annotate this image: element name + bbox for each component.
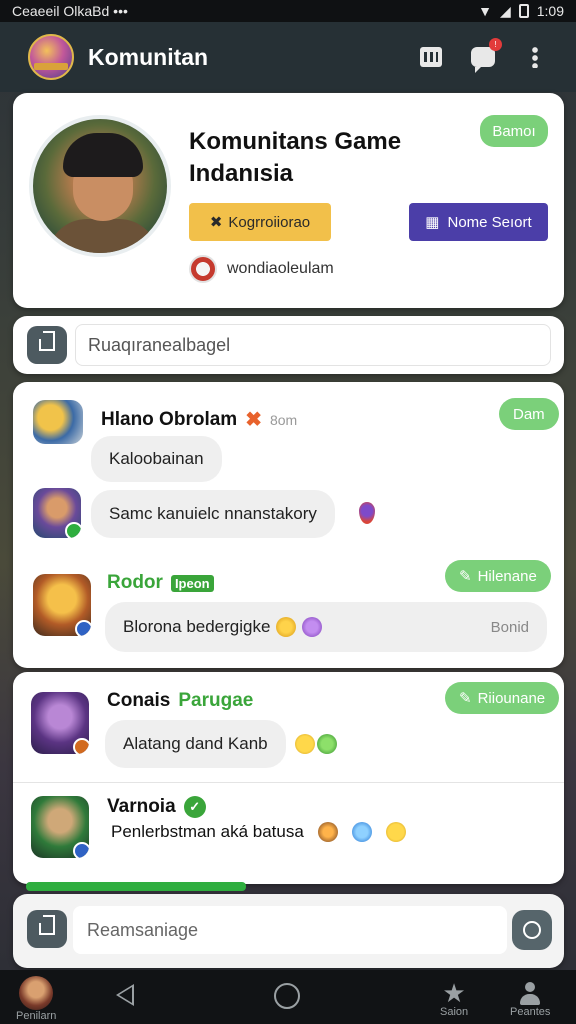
verified-icon: ✓ [183,796,206,818]
admin-avatar [189,255,217,283]
nav-favorites[interactable]: ★ Saion [440,980,468,1018]
reply-button[interactable]: ✎ Hilenane [445,560,551,592]
user-avatar[interactable] [33,400,83,444]
smile-emoji-icon [295,734,315,754]
thread-feed: Conais Parugae ✎ Riiounane Alatang dand … [13,672,564,884]
community-name: Komunitans Game Indanısia [189,128,402,187]
chat-bubble[interactable]: Alatang dand Kanb [105,720,286,768]
message-input[interactable]: Reamsaniage [73,906,507,954]
nav-favorites-label: Saion [440,1006,469,1018]
message-sender: Varnoia ✓ [107,796,206,818]
reply-button-label: Hilenane [477,567,537,585]
nav-home[interactable] [274,983,300,1009]
send-icon [523,921,541,939]
clock-text: 1:09 [536,3,564,19]
reply-button-label: Riiounane [477,689,546,707]
sender-name: Varnoia [107,796,176,817]
star-icon: ★ [442,978,466,1008]
app-title: Komunitan [88,43,209,70]
admin-handle-text: wondiaoleulam [227,260,334,277]
gem-emoji-icon [302,617,323,637]
bottom-nav: Penilarn ★ Saion Peantes [0,970,576,1024]
search-input[interactable]: Ruaqıranealbagel [75,324,551,366]
edit-icon: ✎ [459,690,472,707]
send-button[interactable] [512,910,552,950]
user-tag: Parugae [178,690,254,711]
sender-name: Conais [107,690,171,711]
shield-emoji-icon [359,502,375,524]
orb-emoji-icon [351,822,372,842]
share-button[interactable]: ▦ Nome Seıort [409,203,548,241]
message-note: Bonid [490,618,529,636]
chat-feed: Hlano Obrolam ✖ 8om Dam Kaloobainan Samc… [13,382,564,668]
admin-handle[interactable]: wondiaoleulam [189,255,334,283]
nav-people[interactable]: Peantes [510,982,550,1018]
message-sender: Conais Parugae [107,690,253,712]
community-profile-card: Komunitans Game Indanısia Bamoı ✖ Kogrro… [13,93,564,308]
divider [13,782,564,783]
pencil-icon: ✎ [459,568,472,585]
nav-people-label: Peantes [510,1006,551,1018]
app-bar: Komunitan ! [0,22,576,92]
message-time: 8om [269,411,298,428]
user-avatar[interactable] [31,796,89,858]
message-sender: Hlano Obrolam ✖ 8om [101,407,297,432]
search-bar: Ruaqıranealbagel [13,316,564,374]
sender-name: Rodor [107,572,163,593]
attach-button[interactable] [27,326,67,364]
time-badge[interactable]: Dam [499,398,559,430]
chat-bubble-text: Alatang dand Kanb [123,734,268,753]
person-icon [519,982,541,1006]
book-icon: ▦ [425,214,440,231]
join-button[interactable]: ✖ Kogrroiiorao [189,203,331,241]
chat-icon[interactable]: ! [470,38,502,73]
nav-back[interactable] [116,984,134,1006]
share-icon [39,339,55,351]
gamepad-icon: ✖ [209,214,223,231]
share-button-label: Nome Seıort [447,213,532,231]
progress-strip [26,882,246,891]
chat-text: Penlerbstman aká batusa [111,822,304,841]
shield-gold-emoji-icon [276,617,297,637]
chat-bubble[interactable]: Samc kanuielc nnanstakory [91,490,335,538]
share-icon [39,923,55,935]
compose-bar: Reamsaniage [13,894,564,968]
user-avatar[interactable] [31,692,89,754]
chat-bubble[interactable]: Blorona bedergigke Bonid [105,602,547,652]
reply-button[interactable]: ✎ Riiounane [445,682,560,714]
potion-emoji-icon [317,822,338,842]
community-profile-avatar[interactable] [29,115,171,257]
chat-bubble[interactable]: Kaloobainan [91,436,222,482]
grin-emoji-icon [385,822,406,842]
more-options-icon[interactable] [522,44,548,70]
notification-dots: ••• [113,3,128,19]
user-avatar[interactable] [33,574,91,636]
profile-avatar-icon [19,976,54,1010]
join-button-label: Kogrroiiorao [228,213,311,231]
status-badge[interactable]: Bamoı [480,115,548,147]
notification-badge: ! [489,38,502,51]
calendar-icon[interactable] [418,44,444,70]
message-text: Penlerbstman aká batusa [111,822,406,842]
wifi-icon: ▼ [478,3,492,19]
carrier-text: Ceaeeil OlkaBd [12,3,110,19]
chat-bubble-text: Samc kanuielc nnanstakory [109,504,317,523]
signal-icon: ◢ [499,2,511,19]
cross-icon: ✖ [245,409,262,431]
sender-name: Hlano Obrolam [101,408,238,430]
user-tag: Ipeon [170,574,214,592]
home-icon [274,983,300,1009]
back-icon [116,984,134,1006]
ball-emoji-icon [317,734,337,754]
message-sender: Rodor Ipeon [107,572,214,594]
nav-profile[interactable]: Penilarn [16,976,56,1022]
status-bar: Ceaeeil OlkaBd ••• ▼ ◢ 1:09 [0,0,576,22]
nav-profile-label: Penilarn [16,1010,57,1022]
battery-icon [518,4,529,18]
community-avatar[interactable] [28,34,74,80]
chat-bubble-text: Blorona bedergigke [123,617,271,636]
user-avatar[interactable] [33,488,81,538]
attach-button[interactable] [27,910,67,948]
